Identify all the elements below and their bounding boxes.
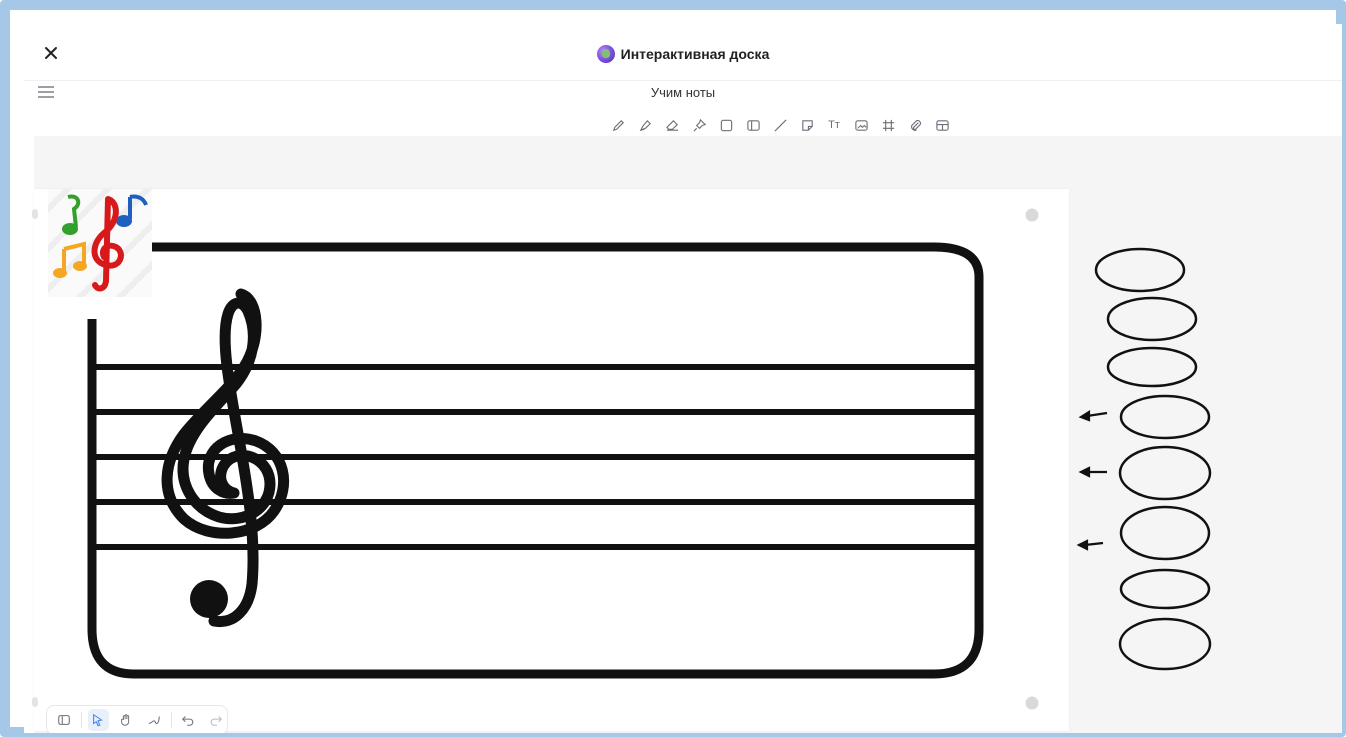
undo-icon[interactable] — [178, 709, 200, 731]
eraser-icon[interactable] — [663, 116, 681, 134]
app-window-frame: Интерактивная доска Учим ноты Tт — [0, 0, 1346, 737]
arrows — [1076, 410, 1108, 551]
laser-pointer-icon[interactable] — [143, 709, 165, 731]
toolbar-divider — [80, 712, 82, 728]
note-oval — [1118, 445, 1212, 501]
note-oval — [1106, 296, 1198, 342]
music-notes-sticker[interactable] — [48, 189, 152, 297]
music-staff-illustration — [87, 208, 1039, 710]
toolbar-divider — [170, 712, 172, 728]
note-oval — [1094, 247, 1186, 293]
resize-handle-left-top[interactable] — [32, 209, 38, 219]
marker-icon[interactable] — [636, 116, 654, 134]
board-title[interactable]: Учим ноты — [24, 85, 1342, 100]
redo-icon[interactable] — [205, 709, 227, 731]
app-logo-icon — [596, 45, 615, 63]
table-icon[interactable] — [933, 116, 951, 134]
select-cursor-icon[interactable] — [87, 709, 110, 731]
resize-handle-bottom-right[interactable] — [1025, 696, 1039, 710]
pin-icon[interactable] — [690, 116, 708, 134]
pencil-icon[interactable] — [609, 116, 627, 134]
attachment-icon[interactable] — [906, 116, 924, 134]
note-oval — [1119, 394, 1211, 440]
note-oval — [1119, 568, 1211, 610]
frame-icon[interactable] — [744, 116, 762, 134]
grid-icon[interactable] — [879, 116, 897, 134]
note-oval — [1119, 505, 1211, 561]
app-window: Интерактивная доска Учим ноты Tт — [24, 24, 1342, 733]
note-ovals-group — [1076, 247, 1212, 671]
board-sheet[interactable] — [32, 189, 1069, 731]
line-icon[interactable] — [771, 116, 789, 134]
text-icon[interactable]: Tт — [825, 116, 843, 134]
drawing-toolbar: Tт — [609, 116, 951, 134]
sticker-icon[interactable] — [798, 116, 816, 134]
resize-handle-left-bottom[interactable] — [32, 697, 38, 707]
app-title-wrap: Интерактивная доска — [24, 45, 1342, 63]
top-bar: Интерактивная доска — [24, 24, 1342, 81]
hand-pan-icon[interactable] — [115, 709, 137, 731]
note-oval — [1106, 346, 1198, 388]
image-icon[interactable] — [852, 116, 870, 134]
note-oval — [1118, 617, 1212, 671]
resize-handle-top-right[interactable] — [1025, 208, 1039, 222]
bottom-toolbar — [46, 705, 228, 733]
app-title: Интерактивная доска — [620, 46, 770, 62]
rectangle-icon[interactable] — [717, 116, 735, 134]
sidebar-toggle-icon[interactable] — [53, 709, 75, 731]
